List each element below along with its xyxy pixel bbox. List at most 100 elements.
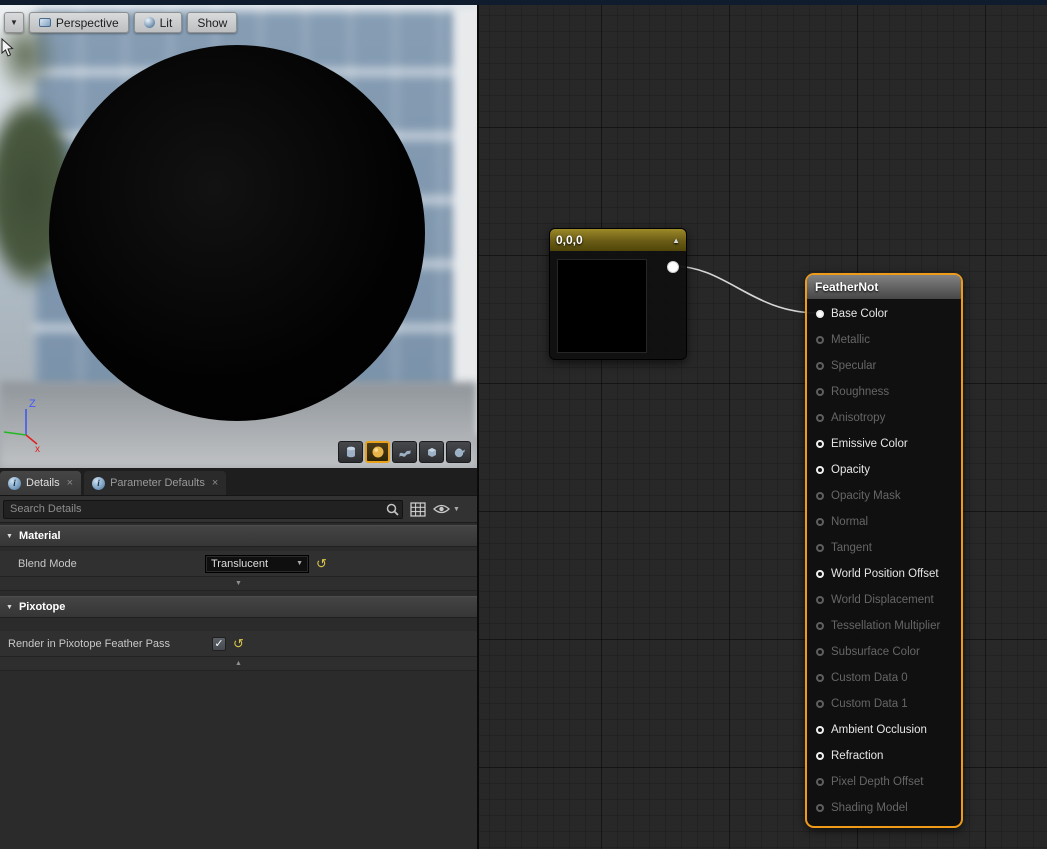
material-pin-tessellation-multiplier[interactable]: Tessellation Multiplier [807,613,961,639]
pin-circle-icon[interactable] [816,726,824,734]
material-pin-specular[interactable]: Specular [807,353,961,379]
pin-circle-icon[interactable] [816,492,824,500]
blend-mode-value: Translucent [211,558,268,570]
section-header-pixotope[interactable]: ▼ Pixotope [0,596,477,618]
search-box [3,500,403,519]
pin-circle-icon[interactable] [816,544,824,552]
viewport-toolbar: ▼ Perspective Lit Show [4,12,237,33]
pin-label: Normal [831,516,868,528]
material-pin-opacity[interactable]: Opacity [807,457,961,483]
pin-circle-icon[interactable] [816,570,824,578]
info-icon: i [8,477,21,490]
pin-circle-icon[interactable] [816,466,824,474]
material-pin-anisotropy[interactable]: Anisotropy [807,405,961,431]
material-graph-canvas[interactable]: 0,0,0 ▲ FeatherNot Base ColorMetallicSpe… [479,5,1047,849]
teapot-icon [452,445,466,459]
reset-to-default-icon[interactable]: ↺ [316,557,327,570]
material-node-title: FeatherNot [815,280,878,294]
color-swatch[interactable] [557,259,647,353]
output-pin[interactable] [667,261,679,273]
material-pin-subsurface-color[interactable]: Subsurface Color [807,639,961,665]
pin-label: Roughness [831,386,889,398]
chevron-down-icon: ▼ [235,580,242,587]
material-pin-opacity-mask[interactable]: Opacity Mask [807,483,961,509]
material-pin-emissive-color[interactable]: Emissive Color [807,431,961,457]
pin-circle-icon[interactable] [816,700,824,708]
preview-mesh-cylinder-button[interactable] [338,441,363,463]
pin-circle-icon[interactable] [816,362,824,370]
material-pin-tangent[interactable]: Tangent [807,535,961,561]
pin-label: Tessellation Multiplier [831,620,940,632]
feather-pass-row: Render in Pixotope Feather Pass ✓ ↺ [0,631,477,657]
constant-vector-node[interactable]: 0,0,0 ▲ [549,228,687,360]
feather-pass-checkbox[interactable]: ✓ [212,637,226,651]
material-node-header[interactable]: FeatherNot [807,275,961,299]
material-pin-normal[interactable]: Normal [807,509,961,535]
search-input[interactable] [3,500,403,519]
preview-mesh-sphere-button[interactable] [365,441,390,463]
blend-mode-dropdown[interactable]: Translucent ▼ [205,555,309,573]
advanced-expander[interactable]: ▼ [0,577,477,591]
pin-label: Custom Data 0 [831,672,908,684]
pin-circle-icon[interactable] [816,622,824,630]
material-pin-world-displacement[interactable]: World Displacement [807,587,961,613]
pin-circle-icon[interactable] [816,596,824,604]
pin-circle-icon[interactable] [816,414,824,422]
close-icon[interactable]: × [212,477,218,489]
material-output-node[interactable]: FeatherNot Base ColorMetallicSpecular Rou… [805,273,963,828]
material-pin-refraction[interactable]: Refraction [807,743,961,769]
collapse-expander[interactable]: ▲ [0,657,477,671]
expand-arrow-icon: ▼ [6,604,13,611]
chevron-up-icon: ▲ [235,660,242,667]
pin-circle-icon[interactable] [816,674,824,682]
pin-circle-icon[interactable] [816,440,824,448]
material-pin-base-color[interactable]: Base Color [807,301,961,327]
material-pin-custom-data-1[interactable]: Custom Data 1 [807,691,961,717]
pin-circle-icon[interactable] [816,804,824,812]
details-tab-bar: i Details × i Parameter Defaults × [0,468,477,496]
collapse-node-icon[interactable]: ▲ [672,236,680,245]
unreal-material-editor: ▼ Perspective Lit Show Z x [0,0,1047,849]
material-node-pins: Base ColorMetallicSpecular Roughness Aniso… [807,299,961,821]
perspective-icon [39,18,51,27]
section-header-material[interactable]: ▼ Material [0,525,477,547]
tab-parameter-defaults-label: Parameter Defaults [110,477,205,489]
pin-circle-icon[interactable] [816,518,824,526]
pin-circle-icon[interactable] [816,310,824,318]
show-button[interactable]: Show [187,12,237,33]
pin-circle-icon[interactable] [816,648,824,656]
material-pin-ambient-occlusion[interactable]: Ambient Occlusion [807,717,961,743]
pin-label: Tangent [831,542,872,554]
pin-label: Pixel Depth Offset [831,776,923,788]
perspective-button[interactable]: Perspective [29,12,129,33]
property-matrix-button[interactable] [410,502,426,517]
pin-circle-icon[interactable] [816,778,824,786]
preview-mesh-cube-button[interactable] [419,441,444,463]
pin-circle-icon[interactable] [816,752,824,760]
chevron-down-icon: ▼ [296,560,303,567]
preview-sphere [49,45,425,421]
preview-mesh-plane-button[interactable] [392,441,417,463]
close-icon[interactable]: × [67,477,73,489]
pin-label: World Position Offset [831,568,939,580]
tab-details[interactable]: i Details × [0,471,81,495]
tab-parameter-defaults[interactable]: i Parameter Defaults × [84,471,226,495]
view-options-button[interactable]: ▼ [433,503,460,515]
lit-button[interactable]: Lit [134,12,183,33]
material-pin-pixel-depth-offset[interactable]: Pixel Depth Offset [807,769,961,795]
expand-arrow-icon: ▼ [6,533,13,540]
material-pin-metallic[interactable]: Metallic [807,327,961,353]
lit-sphere-icon [144,17,155,28]
viewport-options-dropdown-button[interactable]: ▼ [4,12,24,33]
material-pin-world-position-offset[interactable]: World Position Offset [807,561,961,587]
details-search-row: ▼ [0,496,477,523]
reset-to-default-icon[interactable]: ↺ [233,637,244,650]
constant-node-header[interactable]: 0,0,0 ▲ [550,229,686,251]
material-pin-custom-data-0[interactable]: Custom Data 0 [807,665,961,691]
material-preview-viewport[interactable]: ▼ Perspective Lit Show Z x [0,5,477,468]
material-pin-shading-model[interactable]: Shading Model [807,795,961,821]
pin-circle-icon[interactable] [816,388,824,396]
pin-circle-icon[interactable] [816,336,824,344]
preview-mesh-teapot-button[interactable] [446,441,471,463]
material-pin-roughness[interactable]: Roughness [807,379,961,405]
